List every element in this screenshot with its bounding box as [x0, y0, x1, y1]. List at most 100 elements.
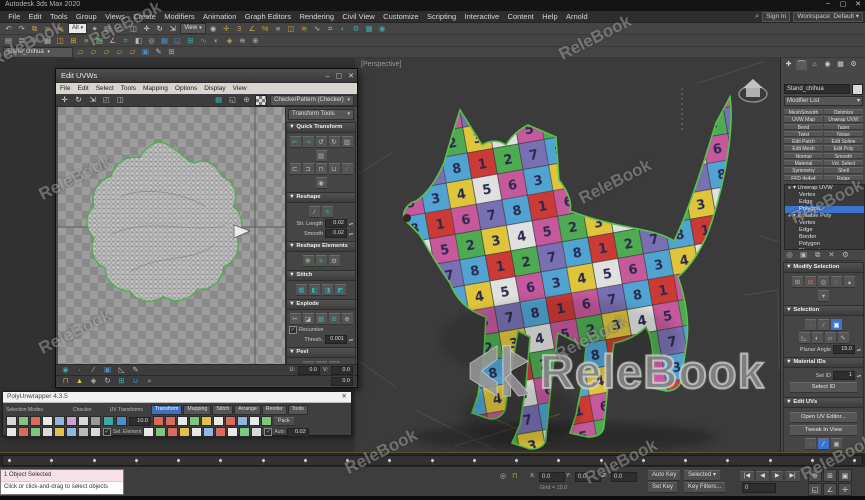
auto-key-button[interactable]: Auto Key: [648, 470, 681, 481]
configure-sets-icon[interactable]: ⚙: [840, 250, 851, 260]
modifier-button-optimize[interactable]: Optimize: [824, 109, 863, 116]
grid-icon[interactable]: ⊞: [166, 47, 177, 57]
move-icon[interactable]: ✛: [59, 95, 70, 105]
fov-icon[interactable]: ∠: [823, 483, 837, 496]
spinner-arrows[interactable]: ▴▾: [349, 221, 353, 226]
create-tab[interactable]: ✚: [783, 60, 794, 70]
polyunwrapper-tab-transform[interactable]: Transform: [150, 405, 183, 415]
named-selection-dropdown[interactable]: Stand_chihua ▾: [3, 46, 73, 58]
grid-snap-icon[interactable]: ⊞: [116, 376, 127, 386]
select-link-icon[interactable]: ⧉: [29, 24, 40, 34]
texture-swatch[interactable]: [255, 94, 268, 106]
modifier-button-relax[interactable]: Relax: [824, 174, 863, 181]
folder-icon[interactable]: ▱: [101, 47, 112, 57]
spinner-field-thresh-[interactable]: 0.001: [324, 335, 347, 344]
stack-modifier-editable-poly[interactable]: ● ▾ Editable Poly: [785, 213, 864, 220]
selection-lock-icon[interactable]: ⊓: [512, 472, 517, 480]
stack-subobject-edge[interactable]: Edge: [785, 199, 864, 206]
undo-icon[interactable]: ↶: [3, 24, 14, 34]
trackbar-frame-dot[interactable]: [8, 459, 11, 462]
relax-tool-icon[interactable]: ✳: [315, 255, 327, 267]
tool-chip-icon[interactable]: [177, 416, 188, 426]
array-icon[interactable]: ⊞: [68, 36, 79, 46]
uv-minimize-button[interactable]: –: [326, 70, 330, 83]
transport-button[interactable]: ▶: [770, 471, 784, 482]
object-color-swatch[interactable]: [852, 84, 863, 95]
select-by-planar-icon[interactable]: ▱: [824, 332, 836, 344]
stitch-icon[interactable]: ≋: [237, 36, 248, 46]
linear-align-icon[interactable]: ∕: [341, 163, 353, 175]
curve-editor-icon[interactable]: ∿: [312, 24, 323, 34]
align-left-icon[interactable]: ⊏: [289, 163, 301, 175]
paint-select-icon[interactable]: ✎: [837, 332, 849, 344]
tool-chip-icon[interactable]: [201, 416, 212, 426]
render-uvs-icon[interactable]: ◐: [211, 36, 222, 46]
selected-dropdown[interactable]: Selected ▾: [684, 470, 721, 481]
menu-item-tools[interactable]: Tools: [121, 85, 136, 92]
trackbar-frame-dot[interactable]: [557, 459, 561, 462]
ring-icon[interactable]: ◎: [818, 276, 829, 288]
explode-face-icon[interactable]: ▦: [315, 313, 327, 325]
u-coordinate-field[interactable]: 0.0: [298, 365, 320, 375]
warning-icon[interactable]: ▲: [74, 376, 85, 386]
polyunwrapper-tab-stitch[interactable]: Stitch: [212, 405, 234, 415]
stack-subobject-vertex[interactable]: Vertex: [785, 192, 864, 199]
trackbar-frame-dot[interactable]: [346, 459, 349, 462]
folder-icon[interactable]: ▱: [114, 47, 125, 57]
zoom-all-icon[interactable]: ⊞: [823, 469, 837, 482]
perspective-viewport[interactable]: [Perspective]: [355, 58, 780, 452]
button-tweak-in-view[interactable]: Tweak In View: [790, 425, 857, 436]
z-coordinate-field[interactable]: 0.0: [611, 472, 637, 482]
button-select-id[interactable]: Select ID: [790, 382, 857, 393]
pencil-icon[interactable]: ✎: [153, 47, 164, 57]
panel-icon[interactable]: ▣: [140, 47, 151, 57]
pack-uv-icon[interactable]: ⊞: [185, 36, 196, 46]
menu-item-tools[interactable]: Tools: [46, 12, 72, 21]
edit-uvws-titlebar[interactable]: Edit UVWs – ▢ ✕: [56, 69, 357, 83]
utilities-tab[interactable]: ⚙: [848, 60, 859, 70]
modifier-button-ffd-4x4x4[interactable]: FFD 4x4x4: [784, 174, 823, 181]
modifier-button-taper[interactable]: Taper: [824, 123, 863, 130]
lock-selection-icon[interactable]: ⊓: [60, 376, 71, 386]
hierarchy-tab[interactable]: ⌂: [809, 60, 820, 70]
current-frame-field[interactable]: 0: [742, 483, 776, 493]
rollout-edit-uvs[interactable]: ▼ Edit UVs: [783, 397, 864, 408]
align-icon[interactable]: ≋: [299, 24, 310, 34]
spinner-field-str-length[interactable]: 0.02: [324, 219, 347, 228]
stitch-average-icon[interactable]: ◨: [322, 284, 333, 296]
select-by-name-icon[interactable]: ▤: [102, 24, 113, 34]
menu-item-graph-editors[interactable]: Graph Editors: [241, 12, 296, 21]
menu-item-animation[interactable]: Animation: [199, 12, 241, 21]
tool-chip-icon[interactable]: [66, 416, 77, 426]
unlink-icon[interactable]: ⧈: [42, 24, 53, 34]
align-bottom-icon[interactable]: ⊔: [328, 163, 340, 175]
filter-icon[interactable]: ◈: [88, 376, 99, 386]
trackbar-frame-dot[interactable]: [388, 459, 392, 462]
pencil-icon[interactable]: ✎: [130, 365, 141, 375]
break-icon[interactable]: ✂: [289, 313, 301, 325]
trackbar-frame-dot[interactable]: [430, 459, 434, 462]
face-mode-icon[interactable]: ▣: [102, 365, 113, 375]
menu-item-file[interactable]: File: [60, 85, 70, 92]
spinner-arrows[interactable]: ▴▾: [349, 231, 353, 236]
trackbar-frame-dot[interactable]: [177, 459, 180, 462]
texture-dropdown[interactable]: CheckerPattern (Checker) ▾: [270, 94, 354, 106]
pencil-icon[interactable]: ✎: [29, 36, 40, 46]
menu-item-display[interactable]: Display: [204, 85, 225, 92]
mirror-tool-icon[interactable]: ◫: [55, 36, 66, 46]
x-coordinate-field[interactable]: 0.0: [539, 472, 565, 482]
trackbar-frame-dot[interactable]: [134, 459, 138, 462]
scene-explorer-icon[interactable]: ▤: [3, 36, 14, 46]
tool-chip-icon[interactable]: [30, 427, 41, 437]
modifier-button-edit-patch[interactable]: Edit Patch: [784, 138, 823, 145]
tool-chip-icon[interactable]: [42, 416, 53, 426]
tool-chip-icon[interactable]: [155, 427, 167, 437]
button-open-uv-editor-[interactable]: Open UV Editor...: [790, 412, 857, 423]
motion-tab[interactable]: ◉: [822, 60, 833, 70]
menu-item-edit[interactable]: Edit: [24, 12, 45, 21]
modifier-button-bend[interactable]: Bend: [784, 123, 823, 130]
stack-subobject-polygon[interactable]: Polygon: [785, 241, 864, 248]
menu-item-interactive[interactable]: Interactive: [460, 12, 503, 21]
zoom-icon[interactable]: ⊕: [808, 469, 822, 482]
polyunwrapper-tab-mapping[interactable]: Mapping: [183, 405, 212, 415]
